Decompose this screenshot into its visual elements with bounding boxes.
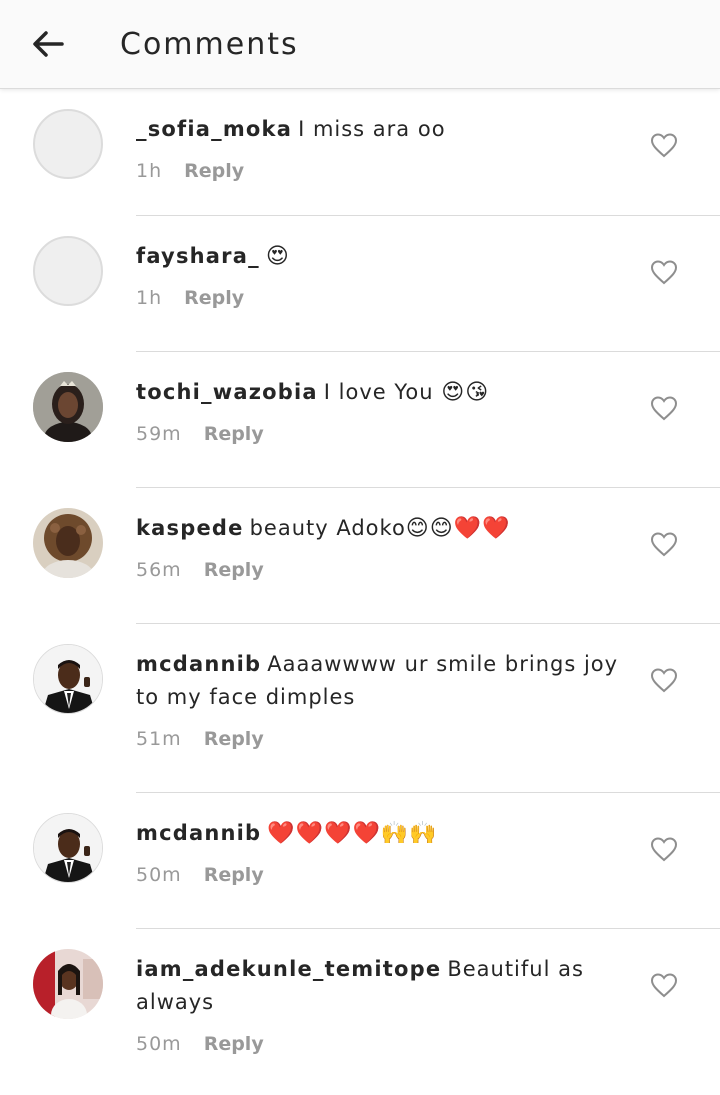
like-button[interactable] — [648, 256, 680, 288]
heart-outline-icon — [650, 260, 678, 285]
heart-outline-icon — [650, 668, 678, 693]
heart-emoji: ❤️❤️❤️❤️ — [267, 821, 381, 846]
comment-text: mcdannib ❤️❤️❤️❤️🙌🙌 — [136, 817, 620, 850]
avatar[interactable] — [33, 372, 103, 442]
reply-button[interactable]: Reply — [204, 559, 264, 581]
like-button[interactable] — [648, 833, 680, 865]
comment-item: mcdannib Aaaawwww ur smile brings joy to … — [0, 624, 720, 793]
comment-item: fayshara_ 😍 1h Reply — [0, 216, 720, 352]
avatar[interactable] — [33, 236, 103, 306]
comment-meta: 59m Reply — [136, 415, 620, 453]
heart-outline-icon — [650, 973, 678, 998]
avatar[interactable] — [33, 508, 103, 578]
avatar-photo — [34, 814, 102, 882]
comment-meta: 56m Reply — [136, 551, 620, 589]
comment-username[interactable]: mcdannib — [136, 652, 261, 676]
comment-username[interactable]: _sofia_moka — [136, 117, 292, 141]
comment-username[interactable]: mcdannib — [136, 821, 261, 845]
comment-item: iam_adekunle_temitope Beautiful as always… — [0, 929, 720, 1095]
comment-item: tochi_wazobia I love You 😍😘 59m Reply — [0, 352, 720, 488]
avatar-photo — [33, 949, 103, 1019]
comment-time: 1h — [136, 160, 163, 182]
like-button[interactable] — [648, 528, 680, 560]
heart-outline-icon — [650, 532, 678, 557]
comment-meta: 50m Reply — [136, 1025, 620, 1063]
comment-meta: 1h Reply — [136, 279, 620, 317]
like-button[interactable] — [648, 969, 680, 1001]
comment-item: mcdannib ❤️❤️❤️❤️🙌🙌 50m Reply — [0, 793, 720, 929]
comment-text: fayshara_ 😍 — [136, 240, 620, 273]
comment-emoji: 🙌🙌 — [380, 821, 438, 846]
comment-time: 50m — [136, 864, 182, 886]
comment-time: 59m — [136, 423, 182, 445]
comment-time: 1h — [136, 287, 163, 309]
comment-body: I miss ara oo — [298, 117, 446, 141]
page-title: Comments — [120, 26, 299, 62]
like-button[interactable] — [648, 392, 680, 424]
comment-username[interactable]: tochi_wazobia — [136, 380, 318, 404]
comment-time: 51m — [136, 728, 182, 750]
avatar-photo — [33, 372, 103, 442]
avatar[interactable] — [33, 813, 103, 883]
comment-time: 50m — [136, 1033, 182, 1055]
reply-button[interactable]: Reply — [204, 864, 264, 886]
reply-button[interactable]: Reply — [184, 287, 244, 309]
comment-text: iam_adekunle_temitope Beautiful as always — [136, 953, 620, 1019]
avatar[interactable] — [33, 949, 103, 1019]
avatar-photo — [33, 508, 103, 578]
comment-emoji: 😍 — [265, 244, 290, 269]
comment-body: beauty Adoko — [249, 516, 406, 540]
avatar-photo — [34, 645, 102, 713]
avatar[interactable] — [33, 109, 103, 179]
header-bar: Comments — [0, 0, 720, 89]
heart-outline-icon — [650, 396, 678, 421]
comment-username[interactable]: kaspede — [136, 516, 244, 540]
comment-meta: 1h Reply — [136, 152, 620, 190]
comment-emoji: 😍😘 — [441, 380, 490, 405]
reply-button[interactable]: Reply — [204, 728, 264, 750]
comment-list: _sofia_moka I miss ara oo 1h Reply faysha… — [0, 89, 720, 1095]
comment-meta: 50m Reply — [136, 856, 620, 894]
heart-emoji: ❤️❤️ — [453, 516, 511, 541]
avatar[interactable] — [33, 644, 103, 714]
comment-body: I love You — [323, 380, 434, 404]
comment-item: kaspede beauty Adoko😊😊❤️❤️ 56m Reply — [0, 488, 720, 624]
heart-outline-icon — [650, 133, 678, 158]
like-button[interactable] — [648, 664, 680, 696]
comment-item: _sofia_moka I miss ara oo 1h Reply — [0, 89, 720, 216]
comment-text: mcdannib Aaaawwww ur smile brings joy to … — [136, 648, 620, 714]
reply-button[interactable]: Reply — [204, 423, 264, 445]
comment-text: kaspede beauty Adoko😊😊❤️❤️ — [136, 512, 620, 545]
like-button[interactable] — [648, 129, 680, 161]
comment-emoji: 😊😊 — [405, 516, 454, 541]
reply-button[interactable]: Reply — [184, 160, 244, 182]
comment-username[interactable]: iam_adekunle_temitope — [136, 957, 441, 981]
comment-time: 56m — [136, 559, 182, 581]
back-button[interactable] — [24, 20, 72, 68]
heart-outline-icon — [650, 837, 678, 862]
comment-username[interactable]: fayshara_ — [136, 244, 260, 268]
comment-text: tochi_wazobia I love You 😍😘 — [136, 376, 620, 409]
comment-meta: 51m Reply — [136, 720, 620, 758]
arrow-left-icon — [33, 31, 64, 57]
reply-button[interactable]: Reply — [204, 1033, 264, 1055]
comment-text: _sofia_moka I miss ara oo — [136, 113, 620, 146]
